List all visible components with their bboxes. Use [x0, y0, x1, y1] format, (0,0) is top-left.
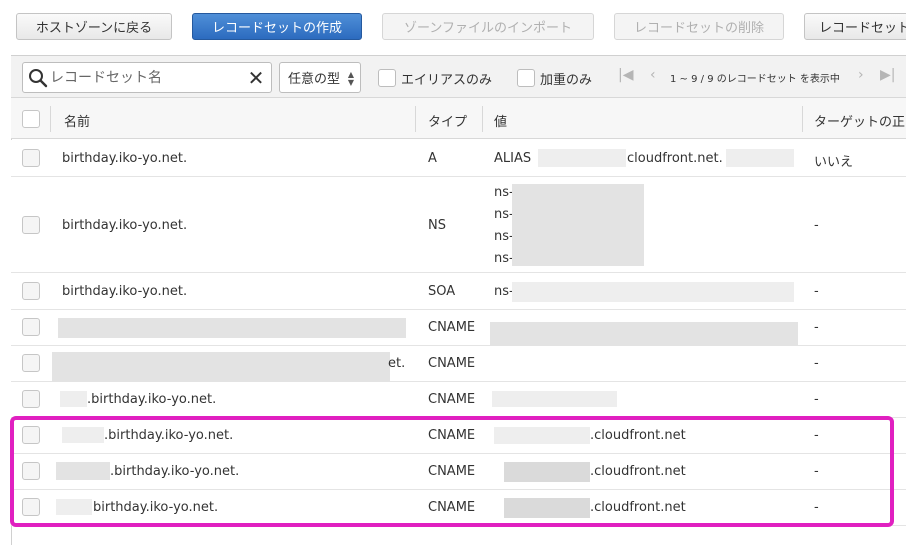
record-health: いいえ: [814, 155, 854, 170]
column-divider: [50, 106, 51, 132]
record-name: .birthday.iko-yo.net.: [87, 392, 217, 407]
alias-only-checkbox[interactable]: [378, 69, 396, 87]
record-name: birthday.iko-yo.net.: [93, 500, 219, 515]
redacted-block: [60, 391, 87, 407]
record-value-line: ns-: [494, 229, 514, 244]
pager-status: 1 ~ 9 / 9 のレコードセット を表示中: [670, 74, 840, 85]
delete-record-set-button[interactable]: レコードセットの削除: [614, 13, 784, 40]
redacted-block: [726, 149, 794, 167]
import-zone-file-button[interactable]: ゾーンファイルのインポート: [382, 13, 594, 40]
record-type: CNAME: [428, 464, 476, 479]
redacted-block: [58, 318, 406, 338]
toolbar: ホストゾーンに戻る レコードセットの作成 ゾーンファイルのインポート レコードセ…: [0, 0, 906, 54]
record-type: CNAME: [428, 428, 476, 443]
record-value-line: ns-: [494, 251, 514, 266]
redacted-block: [538, 149, 626, 167]
record-health: -: [814, 320, 819, 335]
record-value: .cloudfront.net: [590, 428, 686, 443]
column-header-name[interactable]: 名前: [64, 111, 90, 130]
redacted-block: [62, 427, 104, 443]
redacted-block: [494, 427, 590, 444]
redacted-block: [56, 499, 92, 515]
row-checkbox[interactable]: [22, 216, 40, 234]
type-select-value: 任意の型: [288, 72, 341, 87]
record-type: SOA: [428, 284, 456, 299]
record-health: -: [814, 284, 819, 299]
prev-page-icon[interactable]: ‹: [650, 67, 656, 83]
record-name: .birthday.iko-yo.net.: [104, 428, 234, 443]
search-box[interactable]: ✕: [22, 62, 272, 93]
record-health: -: [814, 392, 819, 407]
column-divider: [415, 106, 416, 132]
record-name: birthday.iko-yo.net.: [62, 151, 188, 166]
clear-icon[interactable]: ✕: [245, 66, 267, 90]
redacted-block: [52, 352, 390, 382]
redacted-block: [492, 391, 617, 407]
next-page-icon[interactable]: ›: [858, 67, 864, 83]
record-name: birthday.iko-yo.net.: [62, 218, 188, 233]
redacted-block: [56, 462, 110, 480]
column-header-type[interactable]: タイプ: [428, 111, 467, 130]
record-type: CNAME: [428, 356, 476, 371]
create-record-set-button[interactable]: レコードセットの作成: [192, 13, 362, 40]
record-set-more-button[interactable]: レコードセット: [804, 13, 906, 40]
alias-only-label: エイリアスのみ: [401, 73, 493, 88]
record-value-prefix: ALIAS: [494, 151, 532, 166]
record-type: CNAME: [428, 500, 476, 515]
record-value: .cloudfront.net: [590, 500, 686, 515]
row-checkbox[interactable]: [22, 390, 40, 408]
redacted-block: [504, 498, 590, 518]
select-arrows-icon: ▲ ▼: [347, 70, 354, 87]
record-health: -: [814, 356, 819, 371]
column-header-value[interactable]: 値: [494, 111, 507, 130]
row-checkbox[interactable]: [22, 498, 40, 516]
record-value-line: ns-: [494, 207, 514, 222]
record-health: -: [814, 500, 819, 515]
search-input[interactable]: [50, 67, 240, 89]
weighted-only-checkbox[interactable]: [517, 69, 535, 87]
row-checkbox[interactable]: [22, 462, 40, 480]
record-name: et.: [388, 356, 406, 371]
column-header-target-health[interactable]: ターゲットの正: [814, 111, 905, 130]
record-value: ns-: [494, 284, 514, 299]
row-checkbox[interactable]: [22, 149, 40, 167]
redacted-block: [512, 184, 644, 266]
row-checkbox[interactable]: [22, 426, 40, 444]
select-all-checkbox[interactable]: [22, 110, 40, 128]
search-icon: [29, 69, 48, 88]
back-to-hosted-zones-button[interactable]: ホストゾーンに戻る: [16, 13, 172, 40]
type-select[interactable]: 任意の型 ▲ ▼: [279, 62, 361, 93]
row-checkbox[interactable]: [22, 282, 40, 300]
record-type: CNAME: [428, 320, 476, 335]
redacted-block: [512, 282, 794, 302]
last-page-icon[interactable]: ▶|: [880, 67, 895, 83]
record-value-line: ns-: [494, 185, 514, 200]
weighted-only-label: 加重のみ: [540, 73, 593, 88]
record-health: -: [814, 428, 819, 443]
record-health: -: [814, 464, 819, 479]
column-divider: [802, 106, 803, 132]
record-type: NS: [428, 218, 446, 233]
first-page-icon[interactable]: |◀: [618, 67, 633, 83]
record-name: birthday.iko-yo.net.: [62, 284, 188, 299]
row-checkbox[interactable]: [22, 318, 40, 336]
record-type: A: [428, 151, 437, 166]
record-name: .birthday.iko-yo.net.: [110, 464, 240, 479]
record-value: cloudfront.net. (: [627, 151, 732, 166]
record-health: -: [814, 218, 819, 233]
column-divider: [482, 106, 483, 132]
redacted-block: [504, 462, 590, 482]
record-value: .cloudfront.net: [590, 464, 686, 479]
row-checkbox[interactable]: [22, 354, 40, 372]
record-type: CNAME: [428, 392, 476, 407]
